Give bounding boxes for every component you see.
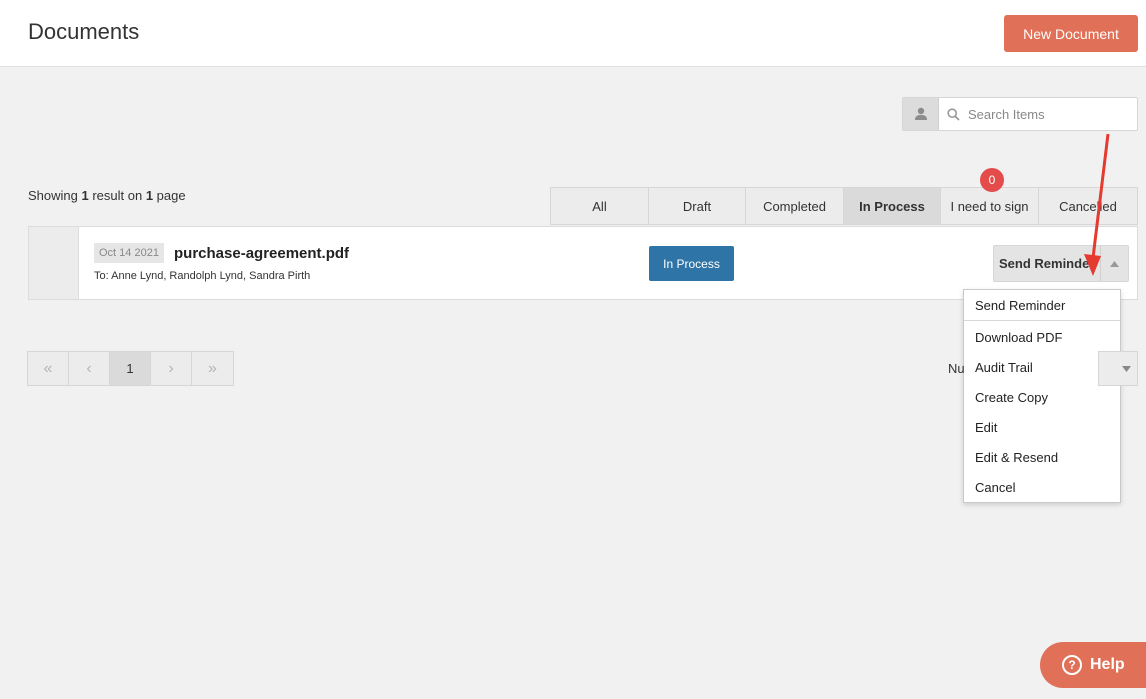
menu-item-send-reminder[interactable]: Send Reminder <box>964 290 1120 321</box>
per-page-control: Nu <box>948 351 1138 386</box>
tab-all[interactable]: All <box>551 188 649 224</box>
status-button[interactable]: In Process <box>649 246 734 281</box>
tab-completed[interactable]: Completed <box>746 188 844 224</box>
menu-item-cancel[interactable]: Cancel <box>964 472 1120 502</box>
header: Documents New Document <box>0 0 1146 67</box>
menu-item-edit-resend[interactable]: Edit & Resend <box>964 442 1120 472</box>
document-thumbnail <box>29 227 79 299</box>
menu-item-create-copy[interactable]: Create Copy <box>964 382 1120 412</box>
page-number-button[interactable]: 1 <box>110 352 151 385</box>
next-page-button[interactable]: › <box>151 352 192 385</box>
page-title: Documents <box>28 19 140 44</box>
status-tabs: All Draft Completed In Process I need to… <box>550 168 1138 225</box>
caret-up-icon <box>1110 260 1120 267</box>
pagination: « ‹ 1 › » <box>27 351 234 386</box>
user-filter-button[interactable] <box>903 98 939 130</box>
question-icon: ? <box>1062 655 1082 675</box>
tab-label: I need to sign <box>950 198 1029 214</box>
help-button[interactable]: ? Help <box>1040 642 1146 688</box>
document-name[interactable]: purchase-agreement.pdf <box>174 245 349 262</box>
action-split-button: Send Reminder <box>993 245 1130 282</box>
menu-item-edit[interactable]: Edit <box>964 412 1120 442</box>
tab-i-need-to-sign[interactable]: I need to sign 0 <box>941 168 1039 224</box>
last-page-button[interactable]: » <box>192 352 233 385</box>
menu-item-download-pdf[interactable]: Download PDF <box>964 322 1120 352</box>
count-badge: 0 <box>980 168 1004 192</box>
per-page-select[interactable] <box>1098 351 1138 386</box>
tab-cancelled[interactable]: Cancelled <box>1039 188 1137 224</box>
search-box[interactable]: Search Items <box>902 97 1138 131</box>
tab-draft[interactable]: Draft <box>649 188 746 224</box>
search-input[interactable]: Search Items <box>939 98 1137 130</box>
help-label: Help <box>1090 656 1125 673</box>
results-summary: Showing 1 result on 1 page <box>28 188 186 203</box>
per-page-label: Nu <box>948 361 965 376</box>
user-icon <box>914 107 927 120</box>
new-document-button[interactable]: New Document <box>1004 15 1138 52</box>
action-dropdown-toggle[interactable] <box>1100 246 1128 281</box>
first-page-button[interactable]: « <box>28 352 69 385</box>
search-icon <box>947 107 960 121</box>
action-menu: Send Reminder Download PDF Audit Trail C… <box>963 289 1121 503</box>
send-reminder-button[interactable]: Send Reminder <box>994 246 1100 281</box>
search-placeholder: Search Items <box>968 106 1045 122</box>
caret-down-icon <box>1122 365 1131 372</box>
prev-page-button[interactable]: ‹ <box>69 352 110 385</box>
tab-in-process[interactable]: In Process <box>844 188 941 224</box>
document-recipients: To: Anne Lynd, Randolph Lynd, Sandra Pir… <box>94 270 311 282</box>
document-date: Oct 14 2021 <box>94 243 164 263</box>
